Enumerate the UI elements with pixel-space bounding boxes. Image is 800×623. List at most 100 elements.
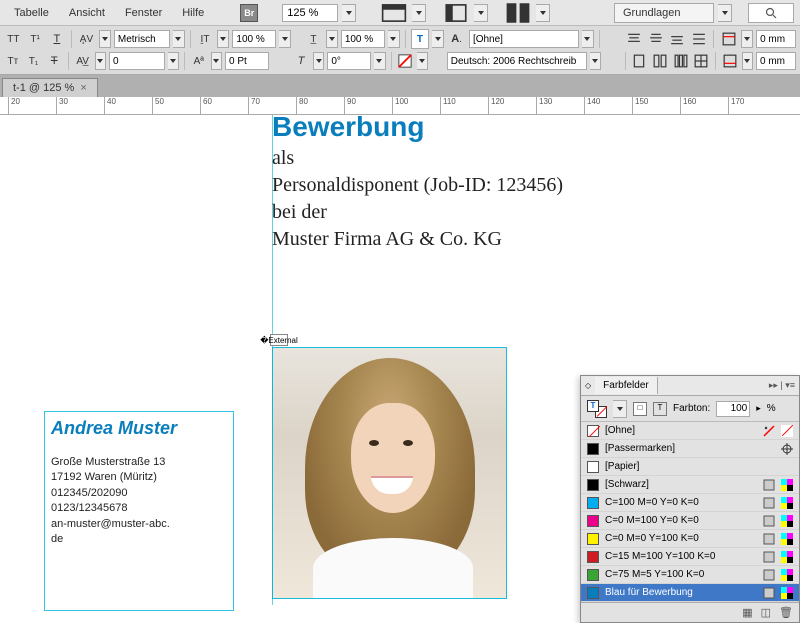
new-swatch-icon[interactable]: ▦ bbox=[742, 606, 752, 619]
formatting-text-icon[interactable]: T bbox=[653, 402, 667, 416]
fill-text-icon[interactable]: T bbox=[411, 29, 430, 49]
vscale-dropdown[interactable] bbox=[279, 30, 291, 48]
swatch-row[interactable]: Blau für Bewerbung bbox=[581, 584, 799, 602]
swatches-panel[interactable]: ◇ Farbfelder ▸▸ | ▾≡ T □ T Farbton: ▸ % … bbox=[580, 375, 800, 623]
underline-button[interactable]: T bbox=[48, 29, 67, 49]
subscript-button[interactable]: T₁ bbox=[25, 51, 43, 71]
view-options-button[interactable] bbox=[380, 2, 408, 24]
align-bottom-button[interactable] bbox=[668, 29, 687, 49]
columns-2-button[interactable] bbox=[651, 51, 669, 71]
skew-icon: T bbox=[292, 51, 310, 71]
swatch-row[interactable]: C=0 M=0 Y=100 K=0 bbox=[581, 530, 799, 548]
strikethrough-button[interactable]: T bbox=[45, 51, 63, 71]
swatch-row[interactable]: [Papier] bbox=[581, 458, 799, 476]
vscale-input[interactable] bbox=[232, 30, 276, 48]
small-caps-button[interactable]: Tᴛ bbox=[4, 51, 22, 71]
zoom-dropdown[interactable] bbox=[342, 4, 356, 22]
tracking-input[interactable] bbox=[109, 52, 165, 70]
inset-top-icon bbox=[719, 29, 738, 49]
inset-bottom-step[interactable] bbox=[742, 52, 753, 70]
hscale-step[interactable] bbox=[326, 30, 338, 48]
panel-footer: ▦ ◫ 🗑 bbox=[581, 602, 799, 622]
menu-ansicht[interactable]: Ansicht bbox=[61, 3, 113, 23]
formatting-container-icon[interactable]: □ bbox=[633, 402, 647, 416]
align-justify-button[interactable] bbox=[690, 29, 709, 49]
menu-fenster[interactable]: Fenster bbox=[117, 3, 170, 23]
stroke-swatch[interactable] bbox=[396, 51, 414, 71]
page-title[interactable]: Bewerbung bbox=[272, 111, 563, 143]
fill-stroke-proxy[interactable]: T bbox=[587, 400, 607, 418]
delete-swatch-icon[interactable]: 🗑 bbox=[779, 606, 793, 619]
align-top-button[interactable] bbox=[624, 29, 643, 49]
search-button[interactable] bbox=[748, 3, 794, 23]
document-tab[interactable]: t-1 @ 125 % × bbox=[2, 78, 98, 97]
panel-menu-icon[interactable]: ▸▸ | ▾≡ bbox=[765, 380, 799, 391]
columns-4-button[interactable] bbox=[692, 51, 710, 71]
fill-proxy-dropdown[interactable] bbox=[613, 400, 627, 418]
view-options-dropdown[interactable] bbox=[412, 4, 426, 22]
stroke-dropdown[interactable] bbox=[417, 52, 428, 70]
new-swatch-button[interactable]: ◫ bbox=[761, 606, 771, 619]
swatch-row[interactable]: C=100 M=0 Y=0 K=0 bbox=[581, 494, 799, 512]
swatch-row[interactable]: C=75 M=5 Y=100 K=0 bbox=[581, 566, 799, 584]
swatch-row[interactable]: C=0 M=100 Y=0 K=0 bbox=[581, 512, 799, 530]
baseline-step[interactable] bbox=[211, 52, 222, 70]
kerning-step[interactable] bbox=[99, 30, 111, 48]
swatch-row[interactable]: [Passermarken] bbox=[581, 440, 799, 458]
menu-tabelle[interactable]: Tabelle bbox=[6, 3, 57, 23]
hscale-dropdown[interactable] bbox=[388, 30, 400, 48]
align-center-button[interactable] bbox=[646, 29, 665, 49]
tracking-step[interactable] bbox=[95, 52, 106, 70]
text-line[interactable]: als bbox=[272, 147, 563, 170]
panel-collapse-icon[interactable]: ◇ bbox=[581, 381, 595, 390]
address-block[interactable]: Große Musterstraße 1317192 Waren (Müritz… bbox=[45, 455, 233, 547]
fill-dropdown[interactable] bbox=[432, 30, 444, 48]
tint-input[interactable] bbox=[716, 401, 750, 417]
inset-top-step[interactable] bbox=[741, 30, 753, 48]
kerning-select[interactable] bbox=[114, 30, 170, 48]
arrange-button[interactable] bbox=[504, 2, 532, 24]
language-select[interactable] bbox=[447, 52, 587, 70]
close-tab-icon[interactable]: × bbox=[80, 82, 86, 94]
menu-hilfe[interactable]: Hilfe bbox=[174, 3, 212, 23]
all-caps-button[interactable]: TT bbox=[4, 29, 23, 49]
char-style-select[interactable] bbox=[469, 30, 579, 48]
swatch-row[interactable]: [Ohne] bbox=[581, 422, 799, 440]
arrange-dropdown[interactable] bbox=[536, 4, 550, 22]
screen-mode-dropdown[interactable] bbox=[474, 4, 488, 22]
tracking-dropdown[interactable] bbox=[168, 52, 179, 70]
hscale-icon: T̲ bbox=[304, 29, 323, 49]
columns-1-button[interactable] bbox=[630, 51, 648, 71]
photo-frame[interactable]: �External bbox=[272, 347, 507, 599]
kerning-dropdown[interactable] bbox=[173, 30, 185, 48]
char-style-dropdown[interactable] bbox=[582, 30, 594, 48]
inset-top-input[interactable] bbox=[756, 30, 796, 48]
zoom-input[interactable] bbox=[282, 4, 338, 22]
columns-3-button[interactable] bbox=[672, 51, 690, 71]
swatch-list[interactable]: [Ohne][Passermarken][Papier][Schwarz]C=1… bbox=[581, 422, 799, 602]
text-line[interactable]: Personaldisponent (Job-ID: 123456) bbox=[272, 174, 563, 197]
hscale-input[interactable] bbox=[341, 30, 385, 48]
skew-step[interactable] bbox=[313, 52, 324, 70]
workspace-dropdown[interactable] bbox=[718, 4, 732, 22]
superscript-button[interactable]: T¹ bbox=[26, 29, 45, 49]
tint-slider-icon[interactable]: ▸ bbox=[756, 403, 761, 414]
document-canvas[interactable]: Bewerbung als Personaldisponent (Job-ID:… bbox=[0, 115, 800, 605]
address-frame[interactable]: Andrea Muster Große Musterstraße 1317192… bbox=[44, 411, 234, 611]
swatch-row[interactable]: C=15 M=100 Y=100 K=0 bbox=[581, 548, 799, 566]
swatch-row[interactable]: [Schwarz] bbox=[581, 476, 799, 494]
baseline-input[interactable] bbox=[225, 52, 269, 70]
skew-input[interactable] bbox=[327, 52, 371, 70]
workspace-select[interactable] bbox=[614, 3, 714, 23]
panel-tab-title[interactable]: Farbfelder bbox=[595, 377, 658, 394]
screen-mode-button[interactable] bbox=[442, 2, 470, 24]
text-line[interactable]: Muster Firma AG & Co. KG bbox=[272, 228, 563, 251]
vscale-step[interactable] bbox=[217, 30, 229, 48]
skew-dropdown[interactable] bbox=[374, 52, 385, 70]
applicant-name[interactable]: Andrea Muster bbox=[45, 412, 233, 445]
link-icon[interactable]: �External bbox=[270, 334, 288, 346]
bridge-button[interactable]: Br bbox=[240, 4, 258, 22]
language-dropdown[interactable] bbox=[590, 52, 601, 70]
text-line[interactable]: bei der bbox=[272, 201, 563, 224]
inset-bottom-input[interactable] bbox=[756, 52, 796, 70]
